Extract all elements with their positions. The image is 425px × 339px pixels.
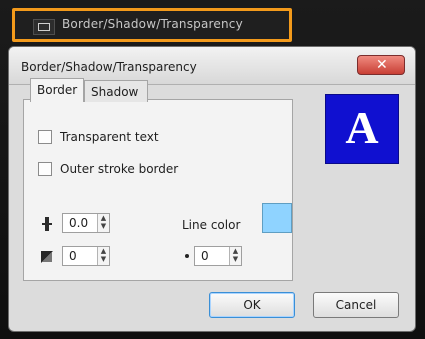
dot-stepper[interactable]: 0 ▲ ▼ bbox=[194, 246, 242, 266]
tab-border[interactable]: Border bbox=[30, 78, 84, 102]
transparent-text-row[interactable]: Transparent text bbox=[38, 128, 159, 146]
preview-letter: A bbox=[345, 102, 379, 153]
outer-stroke-border-checkbox[interactable] bbox=[38, 162, 52, 176]
highlighted-taskbar-item[interactable]: Border/Shadow/Transparency bbox=[12, 8, 292, 42]
up-arrow-icon[interactable]: ▲ bbox=[100, 215, 107, 222]
down-arrow-icon[interactable]: ▼ bbox=[100, 256, 107, 263]
up-arrow-icon[interactable]: ▲ bbox=[232, 248, 239, 255]
dot-arrows[interactable]: ▲ ▼ bbox=[229, 247, 241, 265]
tab-panel: Border Shadow Transparent text Outer str… bbox=[23, 78, 293, 281]
stroke-width-value: 0.0 bbox=[69, 216, 89, 230]
outer-stroke-border-label: Outer stroke border bbox=[60, 162, 179, 176]
close-button[interactable]: ✕ bbox=[357, 55, 405, 75]
corner-icon bbox=[40, 250, 54, 264]
stroke-width-icon bbox=[40, 217, 54, 231]
corner-value: 0 bbox=[69, 249, 77, 263]
down-arrow-icon[interactable]: ▼ bbox=[100, 223, 107, 230]
close-icon: ✕ bbox=[376, 57, 388, 73]
ok-button[interactable]: OK bbox=[209, 292, 295, 318]
dialog-title: Border/Shadow/Transparency bbox=[21, 60, 197, 74]
cancel-button[interactable]: Cancel bbox=[313, 292, 399, 318]
tab-shadow[interactable]: Shadow bbox=[84, 80, 148, 102]
dot-value: 0 bbox=[201, 249, 209, 263]
taskbar-title: Border/Shadow/Transparency bbox=[62, 17, 243, 31]
dot-icon bbox=[185, 254, 189, 258]
border-shadow-icon bbox=[33, 19, 55, 35]
outer-stroke-border-row[interactable]: Outer stroke border bbox=[38, 160, 178, 178]
transparent-text-label: Transparent text bbox=[60, 130, 159, 144]
preview-box: A bbox=[325, 94, 399, 164]
transparent-text-checkbox[interactable] bbox=[38, 130, 52, 144]
line-color-swatch[interactable] bbox=[262, 203, 292, 233]
down-arrow-icon[interactable]: ▼ bbox=[232, 256, 239, 263]
line-color-label: Line color bbox=[182, 218, 241, 232]
border-shadow-transparency-dialog: Border/Shadow/Transparency ✕ Border Shad… bbox=[8, 46, 416, 332]
stroke-width-arrows[interactable]: ▲ ▼ bbox=[97, 214, 109, 232]
corner-arrows[interactable]: ▲ ▼ bbox=[97, 247, 109, 265]
up-arrow-icon[interactable]: ▲ bbox=[100, 248, 107, 255]
stroke-width-stepper[interactable]: 0.0 ▲ ▼ bbox=[62, 213, 110, 233]
corner-stepper[interactable]: 0 ▲ ▼ bbox=[62, 246, 110, 266]
